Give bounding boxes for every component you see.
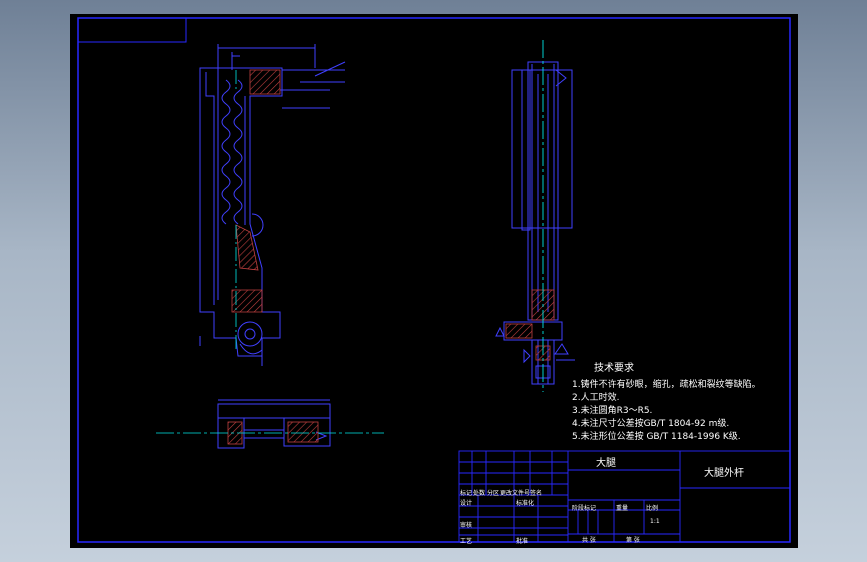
requirement-item: 3.未注圆角R3～R5.	[572, 406, 653, 416]
front-view-hatching	[231, 69, 281, 313]
tb-label-mark: 标记	[460, 490, 473, 497]
tb-label-change-doc: 更改文件号	[500, 490, 531, 497]
drawing-frame	[77, 17, 791, 543]
technical-requirements-title: 技术要求	[594, 363, 634, 374]
part-name: 大腿外杆	[704, 468, 744, 479]
tb-label-standardization: 标准化	[516, 500, 535, 507]
requirement-item: 5.未注形位公差按 GB/T 1184-1996 K级.	[572, 432, 741, 442]
requirement-item: 1.铸件不许有砂眼，缩孔，疏松和裂纹等缺陷。	[572, 380, 761, 390]
tb-label-approve: 批准	[516, 538, 529, 545]
tb-label-signature: 签名	[530, 490, 543, 497]
tb-label-process: 工艺	[460, 538, 473, 545]
tb-label-stage: 阶段标记	[572, 505, 597, 512]
technical-requirements: 技术要求 1.铸件不许有砂眼，缩孔，疏松和裂纹等缺陷。 2.人工时效. 3.未注…	[572, 362, 761, 444]
requirement-item: 2.人工时效.	[572, 393, 620, 403]
tb-label-design: 设计	[460, 500, 473, 507]
tb-label-weight: 重量	[616, 505, 629, 512]
tb-label-scale: 比例	[646, 505, 659, 512]
tb-label-review: 审核	[460, 522, 473, 529]
tb-scale-value: 1:1	[650, 518, 660, 525]
tb-label-zone: 分区	[487, 490, 500, 497]
assembly-name: 大腿	[596, 458, 616, 469]
side-view-hatching	[505, 289, 555, 361]
requirement-item: 4.未注尺寸公差按GB/T 1804-92 m级.	[572, 419, 730, 429]
tb-label-count: 处数	[473, 490, 486, 497]
tb-sheet-total: 共 张	[582, 537, 596, 544]
tb-sheet-number: 第 张	[626, 537, 640, 544]
